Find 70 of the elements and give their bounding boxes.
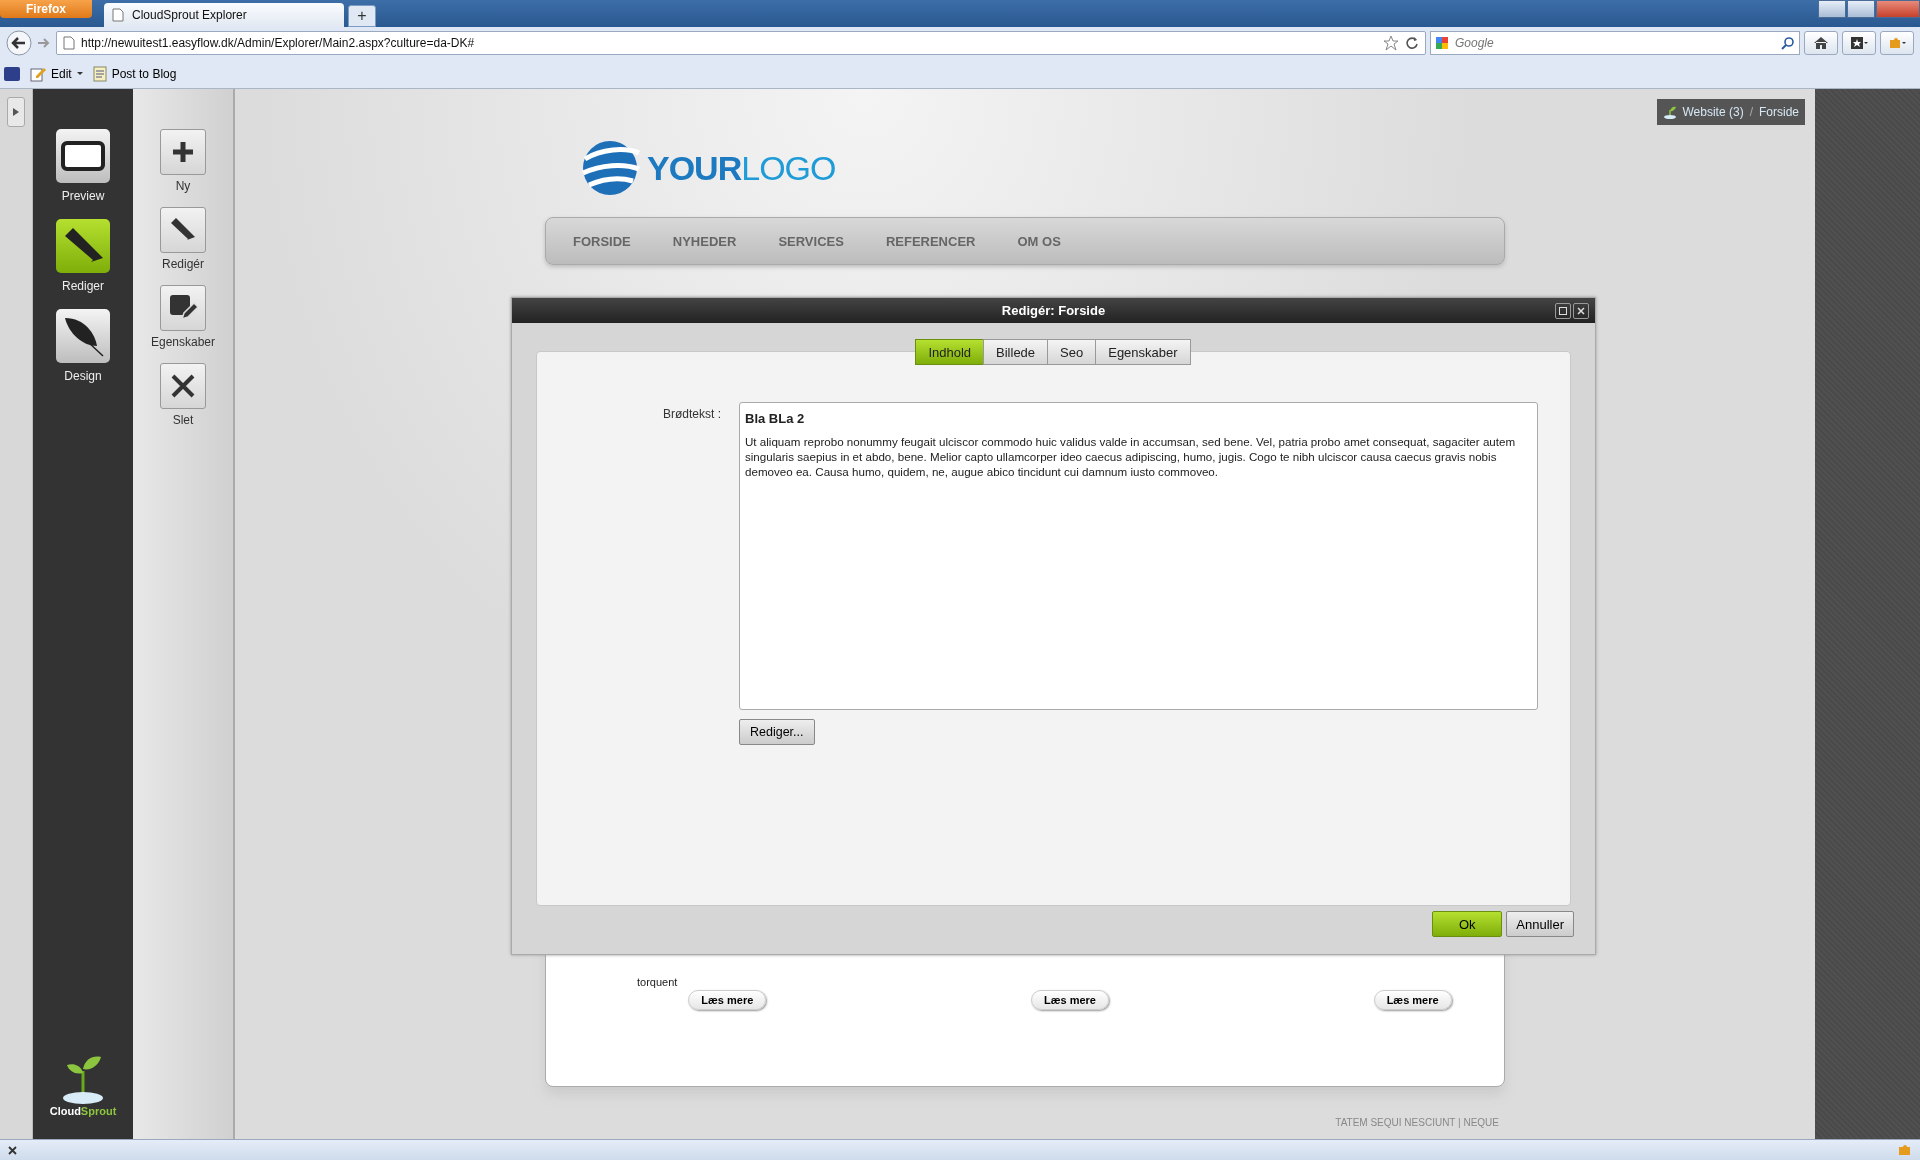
page-icon [63, 36, 75, 50]
search-icon[interactable] [1781, 36, 1795, 50]
caret-icon [76, 72, 83, 75]
dialog-tab[interactable]: Indhold [915, 339, 985, 365]
minimize-button[interactable] [1818, 0, 1846, 18]
mode-tile[interactable] [56, 219, 110, 273]
field-label: Brødtekst : [662, 406, 721, 423]
bookmark-item[interactable]: Edit [30, 65, 83, 82]
tool-button[interactable] [160, 363, 206, 409]
maximize-button[interactable] [1555, 303, 1571, 319]
new-tab-button[interactable]: + [348, 5, 376, 27]
edit-button[interactable]: Rediger... [739, 719, 815, 745]
dialog-tab[interactable]: Seo [1047, 339, 1097, 365]
bookmark-star-icon [1850, 36, 1868, 50]
home-icon [1813, 36, 1829, 50]
tool-button[interactable] [160, 207, 206, 253]
mode-tile[interactable] [56, 309, 110, 363]
card-text: torquent [637, 976, 679, 988]
read-more-button[interactable]: Læs mere [688, 990, 767, 1010]
mode-button[interactable]: Preview [56, 129, 110, 203]
cancel-button[interactable]: Annuller [1506, 911, 1574, 937]
breadcrumb-link[interactable]: Website (3) [1682, 105, 1744, 119]
read-more-button[interactable]: Læs mere [1373, 990, 1452, 1010]
bookmark-item[interactable]: Post to Blog [92, 65, 177, 82]
plus-icon [171, 140, 195, 164]
reload-icon[interactable] [1405, 36, 1419, 50]
toolbar-logo-icon[interactable] [4, 66, 20, 81]
text-editor-field[interactable]: Bla BLa 2 Ut aliquam reprobo nonummy feugait ulciscor commodo huic validus valde in accumsan, sed bene. Vel, patria probo amet consequat, sagaciter autem singularis saepius in et abdo, bene. Melior capto ullamcorper ideo caecus adipiscing, humo, jugis. Cogo te nibh ulciscor causa caecus gravis nobis demoveo ea. Causa humo, quidem, ne, augue abico tincidunt cui damnum iusto commoveo. [739, 402, 1538, 710]
mode-tile[interactable] [56, 129, 110, 183]
nav-link[interactable]: SERVICES [778, 233, 844, 249]
toolbar-panel: Ny Redigér Egenskaber Slet [133, 89, 235, 1139]
nav-link[interactable]: OM OS [1017, 233, 1061, 249]
search-field[interactable]: Google [1430, 31, 1800, 55]
monitor-icon [61, 141, 105, 171]
sprout-icon [1662, 105, 1677, 119]
mode-button[interactable]: Rediger [56, 219, 110, 293]
logo-sphere-icon [579, 139, 641, 197]
nav-link[interactable]: FORSIDE [573, 233, 631, 249]
close-button[interactable] [1573, 303, 1589, 319]
bookmarks-button[interactable] [1842, 31, 1876, 55]
page-icon [112, 8, 124, 22]
browser-tab[interactable]: CloudSprout Explorer [104, 3, 344, 27]
notepad-icon [30, 65, 46, 82]
expand-panel-button[interactable] [7, 97, 25, 127]
dialog-tab[interactable]: Egenskaber [1095, 339, 1191, 365]
dialog-tab[interactable]: Billede [983, 339, 1049, 365]
close-icon [170, 373, 196, 399]
footer-text: TATEM SEQUI NESCIUNT | NEQUE [1335, 1117, 1499, 1128]
star-icon[interactable] [1383, 35, 1399, 51]
mode-button[interactable]: Design [56, 309, 110, 383]
back-icon[interactable] [6, 30, 32, 56]
home-button[interactable] [1804, 31, 1838, 55]
nav-link[interactable]: REFERENCER [885, 233, 976, 249]
maximize-icon [1559, 307, 1567, 315]
close-icon [1577, 307, 1585, 315]
dialog-title: Redigér: Forside [1001, 303, 1106, 318]
breadcrumb-current: Forside [1759, 105, 1799, 119]
site-logo: YOURLOGO [647, 148, 836, 188]
nav-link[interactable]: NYHEDER [672, 233, 737, 249]
tool-button[interactable] [160, 285, 206, 331]
close-icon[interactable] [8, 1145, 17, 1155]
triangle-icon [13, 108, 19, 116]
document-icon [92, 65, 107, 82]
ok-button[interactable]: Ok [1432, 911, 1503, 937]
address-bar[interactable]: http://newuitest1.easyflow.dk/Admin/Explorer/Main2.aspx?culture=da-DK# [56, 31, 1426, 55]
puzzle-icon [1888, 36, 1906, 50]
breadcrumb-separator: / [1749, 105, 1753, 119]
tool-button[interactable] [160, 129, 206, 175]
brand-name: CloudSprout [49, 1105, 117, 1117]
read-more-button[interactable]: Læs mere [1031, 990, 1109, 1010]
